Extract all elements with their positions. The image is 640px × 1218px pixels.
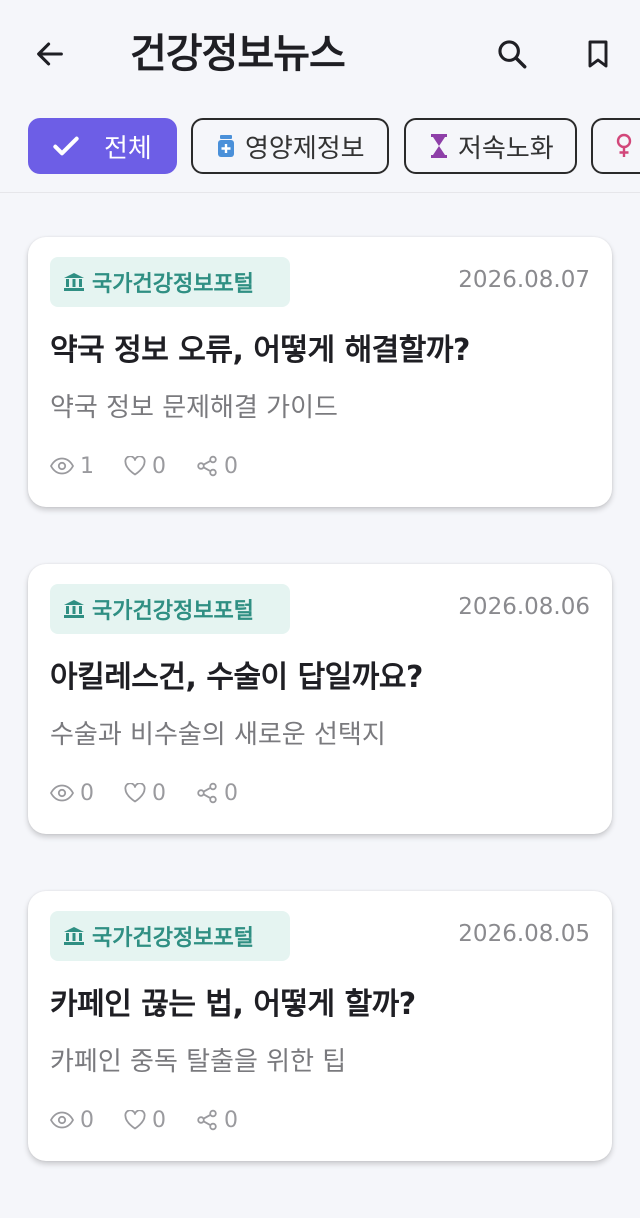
source-badge: 국가건강정보포털 [50, 584, 290, 634]
article-subtitle: 약국 정보 문제해결 가이드 [50, 393, 338, 423]
category-chips: 전체 영양제정보 저속노화 [0, 116, 640, 180]
bookmark-icon [588, 40, 608, 68]
institution-icon [64, 600, 84, 618]
pill-bottle-icon [217, 135, 235, 157]
article-date: 2026.08.05 [458, 921, 590, 947]
article-stats: 1 0 0 [50, 451, 268, 481]
eye-icon [50, 1111, 74, 1129]
article-card[interactable]: 국가건강정보포털 2026.08.07 약국 정보 오류, 어떻게 해결할까? … [28, 237, 612, 507]
arrow-left-icon [37, 42, 63, 66]
share-icon [197, 782, 217, 804]
article-subtitle: 수술과 비수술의 새로운 선택지 [50, 720, 386, 750]
female-icon [615, 133, 633, 159]
share-button[interactable]: 0 [196, 454, 238, 479]
institution-icon [64, 273, 84, 291]
search-button[interactable] [490, 32, 534, 76]
chip-all[interactable]: 전체 [28, 118, 177, 174]
share-button[interactable]: 0 [196, 781, 238, 806]
article-title: 카페인 끊는 법, 어떻게 할까? [50, 987, 416, 1022]
chip-label: 전체 [104, 133, 152, 164]
article-title: 아킬레스건, 수술이 답일까요? [50, 660, 423, 695]
source-label: 국가건강정보포털 [92, 272, 254, 297]
back-button[interactable] [28, 32, 72, 76]
share-icon [197, 1109, 217, 1131]
header-divider [0, 192, 640, 193]
bookmark-button[interactable] [576, 32, 620, 76]
page-title: 건강정보뉴스 [130, 31, 346, 77]
chip-label: 저속노화 [458, 133, 554, 164]
article-card[interactable]: 국가건강정보포털 2026.08.06 아킬레스건, 수술이 답일까요? 수술과… [28, 564, 612, 834]
article-stats: 0 0 0 [50, 778, 268, 808]
eye-icon [50, 457, 74, 475]
article-date: 2026.08.07 [458, 267, 590, 293]
source-label: 국가건강정보포털 [92, 926, 254, 951]
source-badge: 국가건강정보포털 [50, 257, 290, 307]
chip-slow-aging[interactable]: 저속노화 [404, 118, 577, 174]
search-icon [498, 40, 527, 69]
institution-icon [64, 927, 84, 945]
chip-label: 영양제정보 [245, 133, 365, 164]
heart-icon [124, 1110, 146, 1130]
article-date: 2026.08.06 [458, 594, 590, 620]
share-button[interactable]: 0 [196, 1108, 238, 1133]
hourglass-icon [430, 134, 448, 158]
article-title: 약국 정보 오류, 어떻게 해결할까? [50, 333, 470, 368]
check-icon [50, 130, 82, 162]
top-app-bar: 건강정보뉴스 [0, 0, 640, 110]
heart-icon [124, 456, 146, 476]
view-count: 1 [50, 454, 94, 479]
like-button[interactable]: 0 [124, 781, 166, 806]
article-card[interactable]: 국가건강정보포털 2026.08.05 카페인 끊는 법, 어떻게 할까? 카페… [28, 891, 612, 1161]
heart-icon [124, 783, 146, 803]
article-stats: 0 0 0 [50, 1105, 268, 1135]
share-icon [197, 455, 217, 477]
source-label: 국가건강정보포털 [92, 599, 254, 624]
chip-women[interactable] [591, 118, 640, 174]
view-count: 0 [50, 1108, 94, 1133]
eye-icon [50, 784, 74, 802]
source-badge: 국가건강정보포털 [50, 911, 290, 961]
view-count: 0 [50, 781, 94, 806]
like-button[interactable]: 0 [124, 454, 166, 479]
chip-supplement-info[interactable]: 영양제정보 [191, 118, 389, 174]
like-button[interactable]: 0 [124, 1108, 166, 1133]
article-subtitle: 카페인 중독 탈출을 위한 팁 [50, 1047, 347, 1077]
